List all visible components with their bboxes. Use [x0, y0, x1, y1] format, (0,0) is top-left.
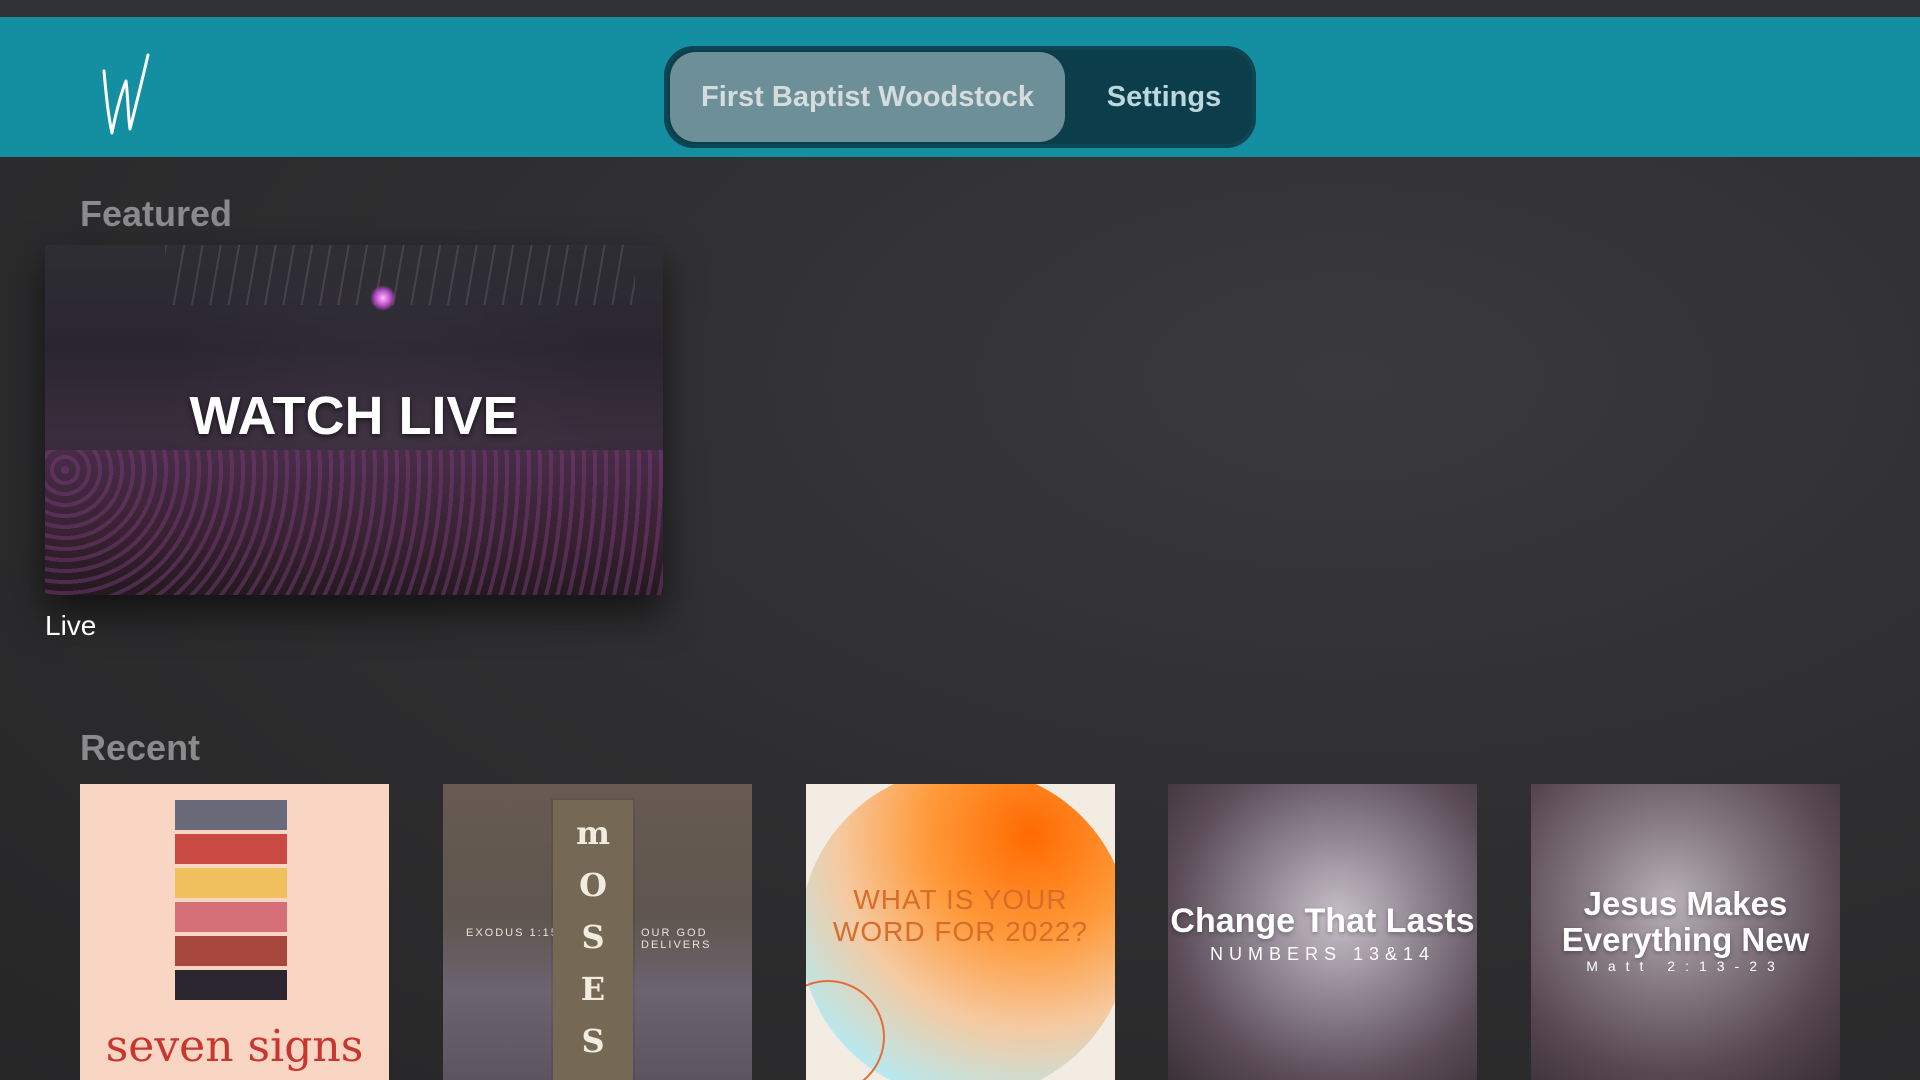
recent-item-seven-signs[interactable]: seven signs	[80, 784, 389, 1080]
top-navigation-bar: First Baptist Woodstock Settings	[0, 17, 1920, 157]
recent-item-moses[interactable]: EXODUS 1:15 OUR GOD DELIVERS m O S E S	[443, 784, 752, 1080]
moses-left-text: EXODUS 1:15	[466, 927, 559, 939]
crowd-image	[45, 450, 663, 595]
stage-truss	[165, 245, 635, 305]
jesus-makes-everything-new-subtitle: Matt 2:13-23	[1586, 958, 1785, 974]
recent-item-change-that-lasts[interactable]: Change That Lasts NUMBERS 13&14	[1168, 784, 1477, 1080]
word-for-2022-title: WHAT IS YOUR WORD FOR 2022?	[832, 884, 1089, 947]
top-strip	[0, 0, 1920, 17]
seven-signs-artwork	[175, 800, 287, 1006]
moses-letter-o: O	[579, 866, 607, 904]
tab-settings[interactable]: Settings	[1089, 52, 1239, 142]
moses-letter-s: S	[581, 918, 605, 956]
stage-light	[370, 285, 396, 311]
moses-letter-column: m O S E S	[553, 800, 633, 1080]
recent-section-title: Recent	[80, 727, 201, 768]
church-logo-icon	[102, 53, 150, 135]
featured-live-card[interactable]: WATCH LIVE	[45, 245, 663, 595]
jesus-makes-everything-new-title: Jesus Makes Everything New	[1561, 885, 1810, 958]
watch-live-text: WATCH LIVE	[189, 386, 519, 446]
top-tabs: First Baptist Woodstock Settings	[664, 46, 1256, 148]
change-that-lasts-title: Change That Lasts	[1170, 902, 1475, 940]
recent-item-jesus-makes-everything-new[interactable]: Jesus Makes Everything New Matt 2:13-23	[1531, 784, 1840, 1080]
tab-first-baptist-woodstock[interactable]: First Baptist Woodstock	[670, 52, 1065, 142]
moses-letter-m: m	[576, 814, 610, 852]
featured-section-title: Featured	[80, 193, 233, 234]
moses-right-text: OUR GOD DELIVERS	[641, 927, 712, 951]
moses-letter-s2: S	[581, 1022, 605, 1060]
featured-card-label: Live	[45, 610, 97, 641]
change-that-lasts-subtitle: NUMBERS 13&14	[1209, 944, 1436, 964]
moses-letter-e: E	[580, 970, 606, 1008]
recent-item-word-for-2022[interactable]: WHAT IS YOUR WORD FOR 2022?	[806, 784, 1115, 1080]
seven-signs-title: seven signs	[105, 1021, 364, 1072]
